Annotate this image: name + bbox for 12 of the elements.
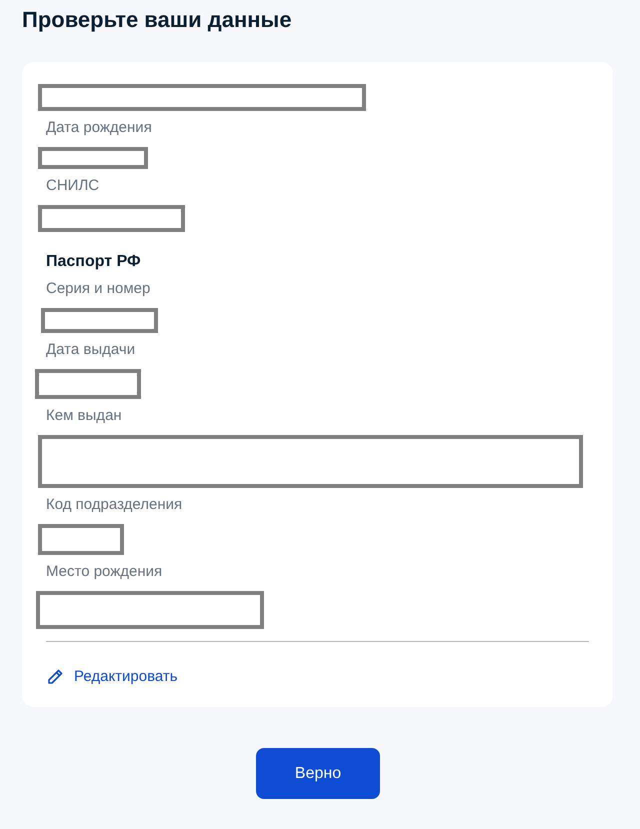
field-label: Серия и номер: [46, 279, 150, 299]
section-heading: Паспорт РФ: [46, 252, 141, 272]
pencil-icon: [46, 668, 64, 686]
field-label: Место рождения: [46, 562, 162, 582]
field-label: Кем выдан: [46, 406, 122, 426]
field-label: СНИЛС: [46, 176, 100, 196]
field-label: Дата рождения: [46, 118, 152, 138]
field-label: Дата выдачи: [46, 340, 136, 360]
confirm-button[interactable]: Верно: [256, 748, 380, 799]
field-label: Код подразделения: [46, 495, 182, 515]
page-title: Проверьте ваши данные: [22, 6, 292, 34]
edit-link[interactable]: Редактировать: [46, 667, 178, 687]
